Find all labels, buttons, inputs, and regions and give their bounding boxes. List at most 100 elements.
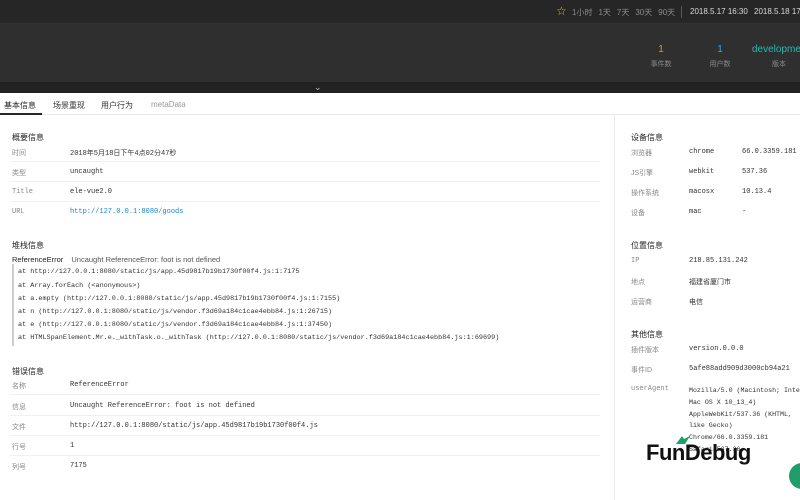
tab-bar: 基本信息 场景重现 用户行为 metaData xyxy=(0,93,800,115)
row-value: 1 xyxy=(70,442,75,450)
star-icon[interactable]: ☆ xyxy=(556,4,567,18)
error-row: 名称 ReferenceError xyxy=(12,381,129,391)
tab-scene-replay[interactable]: 场景重现 xyxy=(53,100,85,111)
error-row: 文件 http://127.0.0.1:8080/static/js/app.4… xyxy=(12,422,318,432)
row-value: 福建省厦门市 xyxy=(689,279,731,286)
row-key: 列号 xyxy=(12,464,26,471)
stat-version: development 版本 xyxy=(752,44,800,69)
stack-error-type: ReferenceError xyxy=(12,255,64,264)
time-range-selector: 1小时 1天 7天 30天 90天 xyxy=(572,7,675,18)
row-key: 运营商 xyxy=(631,299,652,306)
range-90d[interactable]: 90天 xyxy=(658,7,675,18)
range-7d[interactable]: 7天 xyxy=(617,7,629,18)
range-1d[interactable]: 1天 xyxy=(598,7,610,18)
summary-row: 类型 uncaught xyxy=(12,168,104,178)
date-start[interactable]: 2018.5.17 16:30 xyxy=(690,7,748,16)
divider xyxy=(10,181,600,182)
row-value: 电信 xyxy=(689,299,703,306)
divider xyxy=(10,201,600,202)
row-key: 行号 xyxy=(12,444,26,451)
stack-line: at e (http://127.0.0.1:8080/static/js/ve… xyxy=(18,321,333,329)
issue-header: 1 事件数 1 用户数 development 版本 xyxy=(0,24,800,82)
url-link[interactable]: http://127.0.0.1:8080/goods xyxy=(70,208,183,216)
row-value: chrome xyxy=(689,148,715,156)
row-key: 信息 xyxy=(12,404,26,411)
stat-version-value: development xyxy=(752,44,800,55)
row-key: JS引擎 xyxy=(631,170,654,177)
stat-events-label: 事件数 xyxy=(650,61,672,68)
fundebug-logo: FunDebug xyxy=(646,440,751,465)
row-value: 218.85.131.242 xyxy=(689,257,748,265)
stat-users-label: 用户数 xyxy=(709,61,731,68)
row-value-2: - xyxy=(742,208,747,216)
row-value: ele-vue2.0 xyxy=(70,188,113,196)
row-key: 名称 xyxy=(12,383,26,390)
row-key: 操作系统 xyxy=(631,190,659,197)
row-value: uncaught xyxy=(70,168,104,176)
row-value: ReferenceError xyxy=(70,381,129,389)
divider xyxy=(10,415,600,416)
row-key: 地点 xyxy=(631,279,645,286)
active-tab-indicator xyxy=(0,113,42,115)
tab-user-behavior[interactable]: 用户行为 xyxy=(101,100,133,111)
divider xyxy=(10,161,600,162)
stack-line: at a.empty (http://127.0.0.1:8080/static… xyxy=(18,295,341,303)
row-key: URL xyxy=(12,208,25,216)
row-value: mac xyxy=(689,208,702,216)
stack-error-message: Uncaught ReferenceError: foot is not def… xyxy=(71,255,221,264)
divider xyxy=(10,435,600,436)
error-row: 列号 7175 xyxy=(12,462,87,472)
summary-row: 时间 2018年5月18日下午4点02分47秒 xyxy=(12,148,176,158)
device-row: 操作系统 macosx 10.13.4 xyxy=(631,188,771,198)
location-row: 地点 福建省厦门市 xyxy=(631,277,731,287)
row-value-2: 537.36 xyxy=(742,168,768,176)
column-divider xyxy=(614,115,615,500)
range-30d[interactable]: 30天 xyxy=(635,7,652,18)
stat-events: 1 事件数 xyxy=(648,44,674,69)
error-row: 信息 Uncaught ReferenceError: foot is not … xyxy=(12,402,255,412)
device-row: JS引擎 webkit 537.36 xyxy=(631,168,767,178)
stack-header: ReferenceError Uncaught ReferenceError: … xyxy=(12,255,220,264)
device-row: 设备 mac - xyxy=(631,208,746,218)
divider xyxy=(681,6,682,18)
chat-button[interactable] xyxy=(789,463,800,489)
location-title: 位置信息 xyxy=(631,241,663,250)
other-title: 其他信息 xyxy=(631,330,663,339)
stat-version-label: 版本 xyxy=(772,61,786,68)
row-value: http://127.0.0.1:8080/static/js/app.45d9… xyxy=(70,422,318,430)
stat-events-value: 1 xyxy=(658,44,664,55)
stack-line: at HTMLSpanElement.Mr.e._withTask.o._wit… xyxy=(18,334,500,342)
stat-users-value: 1 xyxy=(717,44,723,55)
summary-row: Title ele-vue2.0 xyxy=(12,188,112,196)
row-key: 插件版本 xyxy=(631,347,659,354)
stat-users: 1 用户数 xyxy=(706,44,734,69)
tab-basic-info[interactable]: 基本信息 xyxy=(4,100,36,111)
device-row: 浏览器 chrome 66.0.3359.181 xyxy=(631,148,797,158)
stack-trace: at http://127.0.0.1:8080/static/js/app.4… xyxy=(12,264,598,346)
tab-metadata[interactable]: metaData xyxy=(151,100,186,109)
chevron-double-down-icon[interactable]: ⌄ xyxy=(314,82,322,93)
row-value: macosx xyxy=(689,188,715,196)
row-value: Uncaught ReferenceError: foot is not def… xyxy=(70,402,255,410)
stack-line: at http://127.0.0.1:8080/static/js/app.4… xyxy=(18,268,300,276)
row-value: 5afe88add909d3000cb94a21 xyxy=(689,365,790,373)
row-value: webkit xyxy=(689,168,715,176)
other-row: 插件版本 version.0.0.0 xyxy=(631,345,744,355)
row-key: 设备 xyxy=(631,210,645,217)
row-value-2: 10.13.4 xyxy=(742,188,772,196)
divider xyxy=(10,394,600,395)
collapse-bar[interactable]: ⌄ xyxy=(0,82,800,93)
other-row: 事件ID 5afe88add909d3000cb94a21 xyxy=(631,365,790,375)
range-1h[interactable]: 1小时 xyxy=(572,7,592,18)
row-value: 7175 xyxy=(70,462,87,470)
stack-title: 堆栈信息 xyxy=(12,241,44,250)
summary-title: 概要信息 xyxy=(12,133,44,142)
row-value: 2018年5月18日下午4点02分47秒 xyxy=(70,150,177,158)
row-value-2: 66.0.3359.181 xyxy=(742,148,797,156)
row-key: Title xyxy=(12,188,34,196)
error-row: 行号 1 xyxy=(12,442,74,452)
row-key: 时间 xyxy=(12,150,26,157)
date-end[interactable]: 2018.5.18 17 xyxy=(754,7,800,16)
location-row: 运营商 电信 xyxy=(631,297,703,307)
error-title: 错误信息 xyxy=(12,367,44,376)
